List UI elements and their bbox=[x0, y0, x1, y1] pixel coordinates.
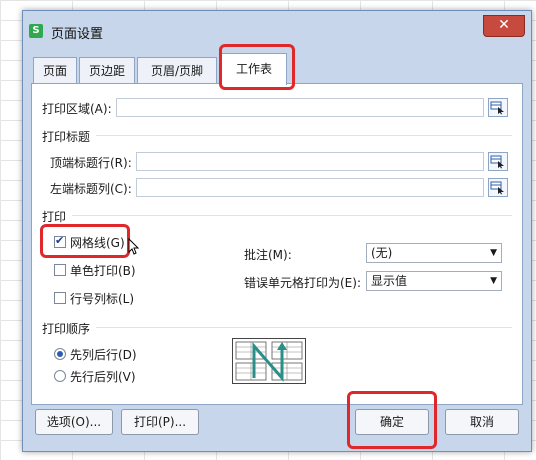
tab-sheet[interactable]: 工作表 bbox=[221, 53, 287, 85]
mono-print-checkbox[interactable] bbox=[54, 264, 66, 276]
top-rows-label: 顶端标题行(R): bbox=[50, 156, 132, 170]
wps-app-icon: S bbox=[29, 24, 43, 38]
print-order-section: 打印顺序 bbox=[42, 322, 91, 336]
errors-label: 错误单元格打印为(E): bbox=[244, 276, 361, 290]
gridlines-label[interactable]: 网格线(G) bbox=[70, 234, 125, 251]
range-select-icon bbox=[490, 101, 504, 115]
errors-value: 显示值 bbox=[371, 274, 408, 288]
dialog-title: 页面设置 bbox=[51, 27, 104, 42]
sheet-tab-panel: 打印区域(A): 打印标题 顶端标题行(R): 左端标题列(C): 打印 ✔ 网… bbox=[31, 83, 523, 405]
print-area-input[interactable] bbox=[116, 98, 484, 117]
divider bbox=[96, 135, 512, 136]
left-cols-input[interactable] bbox=[136, 178, 484, 197]
dropdown-arrow-icon: ▼ bbox=[490, 276, 497, 286]
row-col-headers-checkbox[interactable] bbox=[54, 292, 66, 304]
print-section: 打印 bbox=[42, 210, 67, 224]
comments-value: (无) bbox=[371, 246, 393, 260]
left-cols-picker-button[interactable] bbox=[488, 178, 508, 197]
close-button[interactable]: ✕ bbox=[483, 15, 525, 37]
dropdown-arrow-icon: ▼ bbox=[490, 248, 497, 258]
down-then-over-label[interactable]: 先列后行(D) bbox=[70, 346, 137, 363]
over-then-down-radio[interactable] bbox=[54, 370, 66, 382]
cancel-button[interactable]: 取消 bbox=[445, 409, 519, 435]
down-then-over-radio[interactable] bbox=[54, 348, 66, 360]
page-setup-dialog: S 页面设置 ✕ 页面 页边距 页眉/页脚 工作表 打印区域(A): 打印标题 … bbox=[22, 10, 532, 452]
over-then-down-label[interactable]: 先行后列(V) bbox=[70, 368, 136, 385]
print-area-label: 打印区域(A): bbox=[42, 102, 112, 116]
top-rows-input[interactable] bbox=[136, 152, 484, 171]
range-select-icon bbox=[490, 181, 504, 195]
title-bar: S 页面设置 ✕ bbox=[23, 11, 531, 47]
gridlines-checkbox[interactable] bbox=[54, 234, 66, 248]
tab-header-footer[interactable]: 页眉/页脚 bbox=[137, 57, 217, 84]
divider bbox=[96, 327, 512, 328]
page-order-preview-icon bbox=[232, 338, 306, 384]
row-col-headers-label[interactable]: 行号列标(L) bbox=[70, 290, 134, 307]
print-area-picker-button[interactable] bbox=[488, 98, 508, 117]
divider bbox=[72, 215, 512, 216]
range-select-icon bbox=[490, 155, 504, 169]
errors-select[interactable]: 显示值 ▼ bbox=[366, 271, 502, 291]
left-cols-label: 左端标题列(C): bbox=[50, 182, 132, 196]
tab-margins[interactable]: 页边距 bbox=[79, 57, 135, 84]
ok-button[interactable]: 确定 bbox=[355, 409, 429, 435]
comments-select[interactable]: (无) ▼ bbox=[366, 243, 502, 263]
top-rows-picker-button[interactable] bbox=[488, 152, 508, 171]
comments-label: 批注(M): bbox=[244, 248, 292, 262]
mono-print-label[interactable]: 单色打印(B) bbox=[70, 262, 136, 279]
tab-page[interactable]: 页面 bbox=[33, 57, 77, 84]
print-button[interactable]: 打印(P)... bbox=[121, 409, 199, 435]
options-button[interactable]: 选项(O)... bbox=[35, 409, 113, 435]
mouse-cursor-icon bbox=[128, 238, 140, 255]
print-titles-section: 打印标题 bbox=[42, 130, 91, 144]
